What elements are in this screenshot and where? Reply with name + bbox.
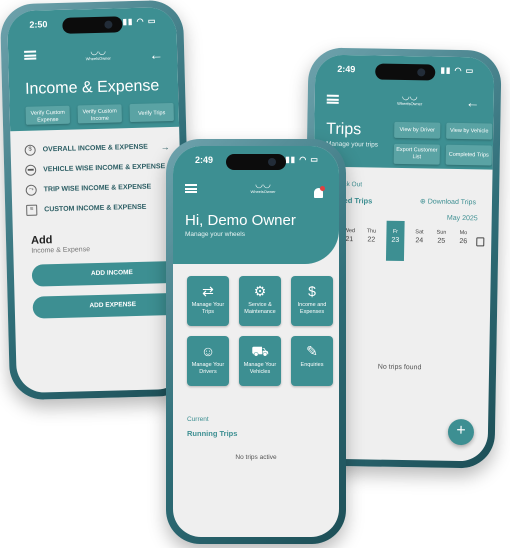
notification-bell-icon[interactable] [314,186,325,198]
back-arrow-icon[interactable]: ← [466,94,480,110]
menu-icon[interactable] [185,184,197,193]
menu-icon[interactable] [326,94,339,104]
running-trips-heading: Running Trips [187,429,238,438]
list-item-label: TRIP WISE INCOME & EXPENSE [43,183,152,194]
day-number: 26 [459,238,468,246]
day-number: 22 [367,236,376,244]
arrow-right-icon: → [160,142,170,153]
back-arrow-icon[interactable]: ← [149,46,163,62]
swap-icon: ⇄ [202,283,214,299]
day-name: Thu [366,228,377,235]
chip-verify-expense[interactable]: Verify Custom Expense [25,105,70,125]
phone-home: 2:49 ▮▮ ◠ ▭ ◡◡ WheelsOwner Hi, Demo Owner… [166,139,346,544]
tile-enquiries[interactable]: ✎ Enquiries [291,336,333,386]
route-icon: ⤳ [25,184,37,196]
add-trip-button[interactable]: + [447,418,475,446]
chip-verify-income[interactable]: Verify Custom Income [77,104,122,124]
calendar-icon[interactable] [476,237,485,247]
phone-income-expense: 2:50 ▮▮ ◠ ▭ ◡◡ WheelsOwner ← Income & Exp… [0,0,194,401]
list-item-label: VEHICLE WISE INCOME & EXPENSE [43,163,166,174]
day-cell[interactable]: Thu 22 [362,223,380,243]
showcase-stage: 2:50 ▮▮ ◠ ▭ ◡◡ WheelsOwner ← Income & Exp… [0,0,510,548]
download-label: Download Trips [427,198,477,207]
day-name: Fr [392,228,399,235]
day-number: 25 [437,237,446,245]
signal-icon: ▮▮ ◠ ▭ [440,65,475,76]
status-time: 2:50 [29,19,48,30]
tile-label: Manage Your Trips [191,302,225,315]
driver-icon: ☺ [200,343,216,359]
plus-icon: + [456,421,466,440]
vehicles-icon: ⛟ [251,343,269,359]
tile-label: Manage Your Drivers [191,362,225,375]
edit-icon: ✎ [306,343,318,359]
tile-manage-vehicles[interactable]: ⛟ Manage Your Vehicles [239,336,281,386]
status-time: 2:49 [337,63,356,75]
day-number: 23 [391,236,400,244]
money-icon: $ [24,144,36,156]
empty-state: No trips active [235,454,277,461]
section-current: Current [187,416,209,423]
tile-manage-drivers[interactable]: ☺ Manage Your Drivers [187,336,229,386]
camera-notch [374,63,435,81]
signal-icon: ▮▮ ◠ ▭ [285,155,319,164]
tab-check-out[interactable]: ck Out [343,181,362,188]
chip-view-by-vehicle[interactable]: View by Vehicle [446,122,493,140]
add-income-button[interactable]: ADD INCOME [31,260,186,287]
document-icon: ≡ [26,204,38,216]
day-cell[interactable]: Sun 25 [432,225,450,245]
add-subheading: Income & Expense [31,246,91,255]
logo: ◡◡ WheelsOwner [397,90,423,107]
cash-icon: $ [308,283,316,299]
screen: 2:50 ▮▮ ◠ ▭ ◡◡ WheelsOwner ← Income & Exp… [7,6,186,394]
chip-completed-trips[interactable]: Completed Trips [445,144,492,166]
chip-export-customer-list[interactable]: Export Customer List [393,143,440,165]
day-number: 24 [415,237,424,245]
logo-text: WheelsOwner [250,189,276,194]
page-title: Income & Expense [24,77,160,98]
screen: 2:49 ▮▮ ◠ ▭ ◡◡ WheelsOwner Hi, Demo Owner… [173,146,339,537]
menu-icon[interactable] [24,50,37,60]
tile-label: Income and Expenses [297,302,327,315]
tile-label: Enquiries [300,362,324,368]
report-list: $ OVERALL INCOME & EXPENSE → ▬ VEHICLE WISE… [24,140,172,224]
greeting: Hi, Demo Owner [185,212,296,229]
greeting-subtitle: Manage your wheels [185,231,245,238]
list-item-label: OVERALL INCOME & EXPENSE [42,143,149,154]
download-trips-link[interactable]: ⊕ Download Trips [420,197,476,206]
tile-income-expenses[interactable]: $ Income and Expenses [291,276,333,326]
day-cell[interactable]: Sat 24 [410,224,428,244]
camera-notch [61,16,123,34]
tile-label: Service & Maintenance [244,302,276,315]
chip-verify-trips[interactable]: Verify Trips [129,102,174,123]
add-expense-button[interactable]: ADD EXPENSE [32,292,186,319]
gear-icon: ⚙ [253,283,267,299]
add-heading: Add [30,234,53,247]
list-item[interactable]: ≡ CUSTOM INCOME & EXPENSE [26,200,171,224]
day-cell-selected[interactable]: Fr 23 [385,220,405,262]
page-title: Trips [326,120,362,139]
day-name: Sat [415,229,424,236]
camera-notch [226,154,286,170]
day-cell[interactable]: Mo 26 [454,225,472,245]
status-time: 2:49 [195,155,214,165]
logo: ◡◡ WheelsOwner [85,45,111,62]
chip-view-by-driver[interactable]: View by Driver [394,121,441,139]
day-name: Sun [436,229,447,236]
logo-text: WheelsOwner [85,55,111,62]
list-item-label: CUSTOM INCOME & EXPENSE [44,203,147,214]
tile-manage-trips[interactable]: ⇄ Manage Your Trips [187,276,229,326]
day-strip: Wed 21 Thu 22 Fr 23 Sat 24 Sun 25 Mo 26 [340,220,481,265]
car-icon: ▬ [25,164,37,176]
tile-label: Manage Your Vehicles [243,362,277,375]
day-name: Mo [459,230,468,237]
calendar-month: May 2025 [446,214,478,223]
signal-icon: ▮▮ ◠ ▭ [122,16,157,27]
logo-text: WheelsOwner [397,100,423,107]
download-icon: ⊕ [419,198,428,206]
tile-service-maintenance[interactable]: ⚙ Service & Maintenance [239,276,281,326]
logo: ◡◡ WheelsOwner [250,179,276,195]
